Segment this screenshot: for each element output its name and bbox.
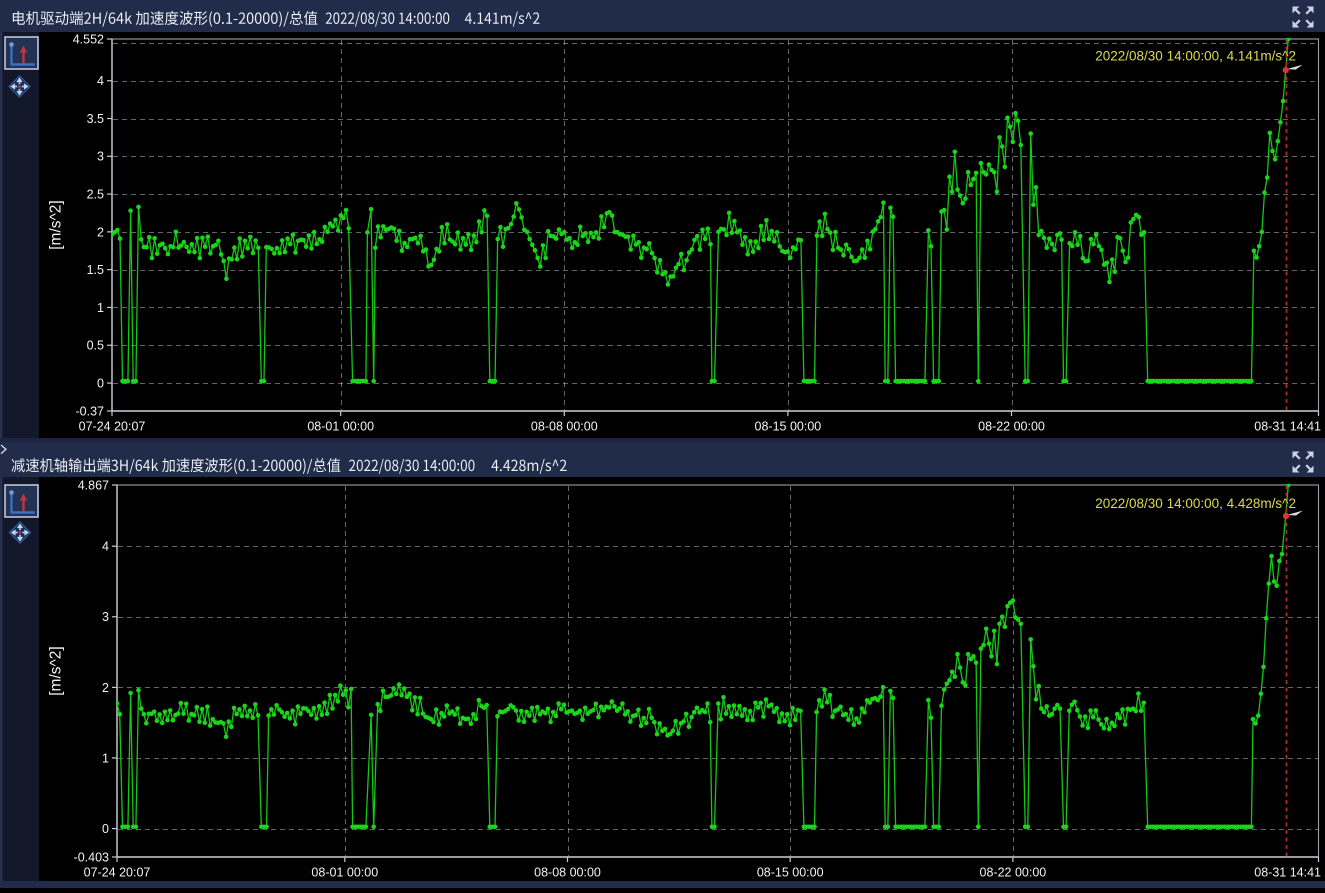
svg-text:-0.37: -0.37 [76, 404, 105, 418]
svg-text:4: 4 [102, 540, 109, 554]
svg-text:08-01 00:00: 08-01 00:00 [307, 420, 374, 434]
svg-text:0: 0 [102, 822, 109, 836]
svg-text:08-08 00:00: 08-08 00:00 [534, 866, 601, 880]
svg-text:1: 1 [97, 301, 104, 315]
svg-text:08-31 14:41: 08-31 14:41 [1254, 420, 1321, 434]
svg-text:4.552: 4.552 [73, 32, 104, 46]
svg-text:3: 3 [102, 610, 109, 624]
svg-text:3: 3 [97, 150, 104, 164]
svg-text:0: 0 [97, 376, 104, 390]
svg-text:[m/s^2]: [m/s^2] [48, 200, 65, 249]
svg-text:0.5: 0.5 [87, 339, 104, 353]
svg-text:1: 1 [102, 751, 109, 765]
svg-text:08-15 00:00: 08-15 00:00 [757, 866, 824, 880]
svg-text:08-08 00:00: 08-08 00:00 [531, 420, 598, 434]
svg-text:2022/08/30 14:00:00, 4.141m/s^: 2022/08/30 14:00:00, 4.141m/s^2 [1095, 49, 1296, 64]
svg-text:08-22 00:00: 08-22 00:00 [980, 866, 1047, 880]
svg-text:2: 2 [102, 681, 109, 695]
svg-text:2.5: 2.5 [87, 187, 104, 201]
svg-text:2: 2 [97, 225, 104, 239]
svg-text:08-15 00:00: 08-15 00:00 [755, 420, 822, 434]
svg-text:08-31 14:41: 08-31 14:41 [1254, 866, 1321, 880]
svg-text:3.5: 3.5 [87, 112, 104, 126]
svg-text:2022/08/30 14:00:00, 4.428m/s^: 2022/08/30 14:00:00, 4.428m/s^2 [1095, 496, 1296, 511]
svg-text:[m/s^2]: [m/s^2] [48, 646, 65, 695]
svg-text:4: 4 [97, 74, 104, 88]
svg-text:07-24 20:07: 07-24 20:07 [84, 866, 151, 880]
svg-text:-0.403: -0.403 [74, 850, 109, 864]
svg-text:1.5: 1.5 [87, 263, 104, 277]
svg-text:07-24 20:07: 07-24 20:07 [79, 420, 146, 434]
svg-text:08-01 00:00: 08-01 00:00 [311, 866, 378, 880]
svg-text:4.867: 4.867 [78, 478, 109, 492]
svg-text:08-22 00:00: 08-22 00:00 [978, 420, 1045, 434]
